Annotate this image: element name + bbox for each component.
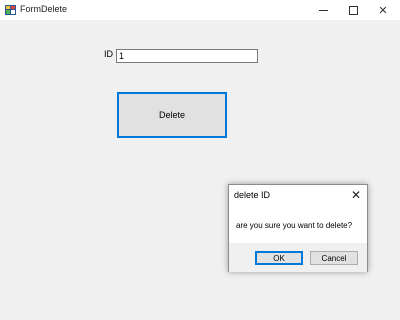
maximize-icon [348,5,358,15]
close-icon: ✕ [350,188,362,202]
form-app-icon [5,5,16,15]
cancel-button[interactable]: Cancel [310,251,358,265]
id-input[interactable]: 1 [116,49,258,63]
dialog-title: delete ID [234,190,271,200]
minimize-icon [318,9,328,11]
dialog-close-button[interactable]: ✕ [349,188,363,202]
form-client-area: ID 1 Delete delete ID ✕ are you sure you… [0,20,400,320]
title-bar: FormDelete ✕ [0,0,400,20]
ok-button[interactable]: OK [255,251,303,265]
confirm-dialog: delete ID ✕ are you sure you want to del… [228,184,368,272]
window-title: FormDelete [20,4,68,14]
delete-button[interactable]: Delete [117,92,227,138]
id-label: ID [104,49,113,59]
dialog-footer: OK Cancel [229,243,367,272]
minimize-button[interactable] [308,0,338,20]
maximize-button[interactable] [338,0,368,20]
dialog-message: are you sure you want to delete? [236,221,353,230]
window-close-button[interactable]: ✕ [368,0,398,20]
close-icon: ✕ [378,4,388,17]
